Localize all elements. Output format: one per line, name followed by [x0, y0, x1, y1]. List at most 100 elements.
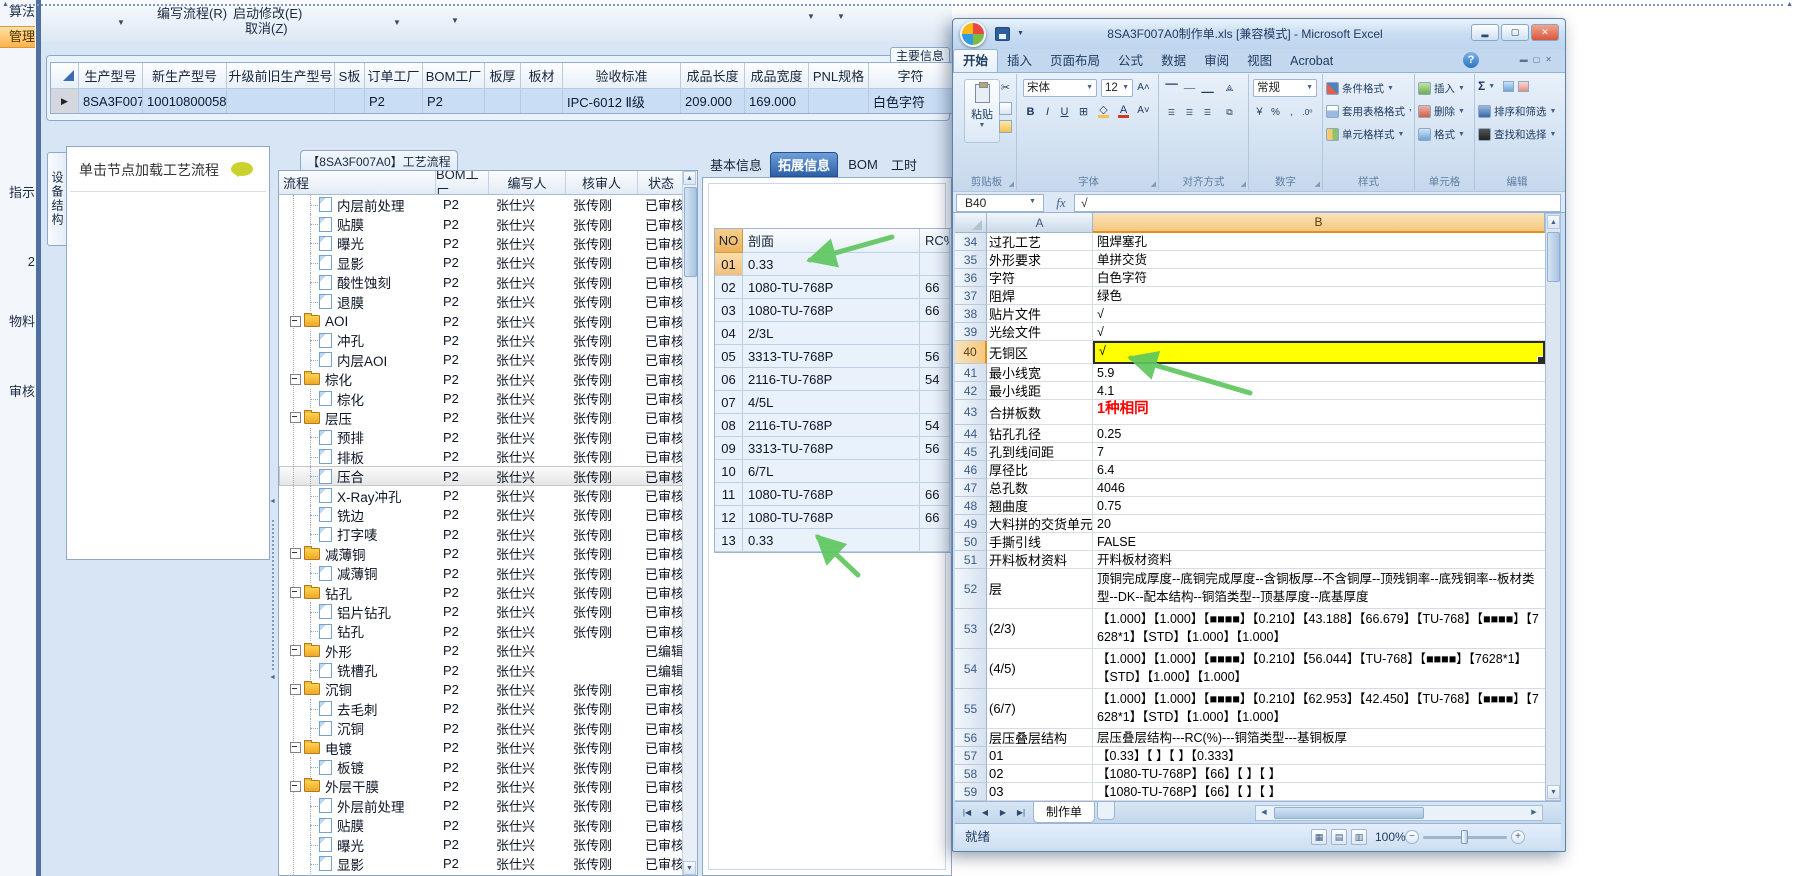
flow-header-4[interactable]: 状态	[638, 171, 685, 195]
dropdown-arrow-icon[interactable]: ▼	[117, 18, 125, 27]
flow-row[interactable]: AOI P2 张仕兴 张传刚 已审核	[279, 311, 683, 330]
section-row[interactable]: 03 1080-TU-768P 66	[715, 299, 951, 322]
tab-device-structure[interactable]: 设备结构	[47, 152, 68, 246]
row-header-34[interactable]: 34	[955, 233, 987, 251]
excel-row[interactable]: 46 厚径比 6.4	[955, 461, 1545, 479]
comma-style-icon[interactable]: ,	[1283, 104, 1300, 121]
flow-node-label[interactable]: 内层AOI	[337, 350, 387, 369]
cell-a40[interactable]: 无铜区	[987, 341, 1093, 364]
scrollbar-thumb[interactable]	[1274, 807, 1424, 819]
flow-node-label[interactable]: 外层前处理	[337, 796, 405, 815]
align-top-icon[interactable]: ▔▔	[1163, 80, 1180, 97]
section-cell-value[interactable]: 1080-TU-768P	[743, 299, 920, 322]
flow-node-label[interactable]: 减薄铜	[337, 563, 378, 582]
cell-b36[interactable]: 白色字符	[1093, 269, 1545, 287]
flow-row[interactable]: 内层前处理 P2 张仕兴 张传刚 已审核	[279, 195, 683, 215]
flow-row[interactable]: 显影 P2 张仕兴 张传刚 已审核	[279, 854, 683, 874]
grow-font-icon[interactable]: A˄	[1135, 79, 1152, 96]
flow-row[interactable]: 铝片钻孔 P2 张仕兴 张传刚 已审核	[279, 602, 683, 622]
section-row[interactable]: 05 3313-TU-768P 56	[715, 345, 951, 368]
row-header-38[interactable]: 38	[955, 305, 987, 323]
section-cell-value[interactable]: 2/3L	[743, 322, 920, 345]
tree-collapse-icon[interactable]	[290, 645, 301, 657]
cell-a53[interactable]: (2/3)	[987, 609, 1093, 649]
sidebar-item-4[interactable]: 物料	[0, 312, 35, 332]
cell-b57[interactable]: 【0.33】【 】【 】【0.333】	[1093, 747, 1545, 765]
flow-row[interactable]: 棕化 P2 张仕兴 张传刚 已审核	[279, 370, 683, 389]
first-sheet-icon[interactable]: |◀	[959, 805, 975, 821]
cell-a43[interactable]: 合拼板数	[987, 400, 1093, 425]
main-info-header-1[interactable]: 生产型号	[79, 63, 143, 89]
flow-node-label[interactable]: 沉铜	[325, 680, 352, 699]
cell-a42[interactable]: 最小线距	[987, 382, 1093, 400]
main-info-value-10[interactable]: 209.000	[681, 89, 745, 113]
tree-collapse-icon[interactable]	[290, 548, 301, 560]
cell-a36[interactable]: 字符	[987, 269, 1093, 287]
workbook-window-controls[interactable]: ▬▢✕	[1520, 55, 1557, 64]
flow-node-label[interactable]: 铣边	[337, 505, 364, 524]
flow-row[interactable]: 显影 P2 张仕兴 张传刚 已审核	[279, 253, 683, 273]
row-header-35[interactable]: 35	[955, 251, 987, 269]
flow-node-label[interactable]: 外形	[325, 641, 352, 660]
flow-row[interactable]: 打字唛 P2 张仕兴 张传刚 已审核	[279, 524, 683, 545]
fx-icon[interactable]: fx	[1050, 194, 1072, 212]
horizontal-scrollbar[interactable]: ◀ ▶	[1255, 805, 1543, 821]
excel-row[interactable]: 58 02 【1080-TU-768P】【66】【 】【 】	[955, 765, 1545, 783]
scroll-left-icon[interactable]: ◀	[1257, 807, 1271, 819]
office-button-icon[interactable]	[960, 21, 986, 47]
row-header-48[interactable]: 48	[955, 497, 987, 515]
row-header-45[interactable]: 45	[955, 443, 987, 461]
flow-row[interactable]: 外层干膜 P2 张仕兴 张传刚 已审核	[279, 777, 683, 796]
tree-collapse-icon[interactable]	[290, 412, 301, 424]
tab-拓展信息[interactable]: 拓展信息	[770, 152, 838, 177]
cell-a44[interactable]: 钻孔孔径	[987, 425, 1093, 443]
cells-button-2[interactable]: 格式 ▼	[1418, 124, 1471, 144]
flow-node-label[interactable]: 冲孔	[337, 331, 364, 350]
section-cell-rc[interactable]: 66	[920, 506, 950, 529]
main-info-value-7[interactable]	[485, 89, 521, 113]
flow-node-label[interactable]: 内层前处理	[337, 195, 405, 214]
flow-row[interactable]: 贴膜 P2 张仕兴 张传刚 已审核	[279, 815, 683, 835]
excel-row[interactable]: 47 总孔数 4046	[955, 479, 1545, 497]
page-break-view-icon[interactable]: ▥	[1351, 829, 1367, 845]
flow-node-label[interactable]: 棕化	[337, 389, 364, 408]
section-cell-no[interactable]: 04	[715, 322, 743, 345]
editing-button-0[interactable]: 排序和筛选 ▼	[1478, 101, 1556, 121]
flow-row[interactable]: 压合 P2 张仕兴 张传刚 已审核	[279, 466, 683, 486]
paste-button[interactable]: 粘贴 ▼	[964, 79, 1000, 143]
ribbon-tab-开始[interactable]: 开始	[953, 49, 999, 72]
flow-header-2[interactable]: 编写人	[489, 171, 566, 195]
excel-row[interactable]: 56 层压叠层结构 层压叠层结构---RC(%)---铜箔类型---基铜板厚	[955, 729, 1545, 747]
section-row[interactable]: 13 0.33	[715, 529, 951, 552]
row-header-59[interactable]: 59	[955, 783, 987, 801]
cell-a56[interactable]: 层压叠层结构	[987, 729, 1093, 747]
flow-node-label[interactable]: 电镀	[325, 738, 352, 757]
main-info-header-10[interactable]: 成品长度	[681, 63, 745, 89]
flow-node-label[interactable]: 贴膜	[337, 816, 364, 835]
tree-collapse-icon[interactable]	[290, 683, 301, 695]
collapse-up-icon[interactable]: ▲	[2, 1, 9, 8]
flow-node-label[interactable]: 板镀	[337, 757, 364, 776]
row-header-53[interactable]: 53	[955, 609, 987, 649]
excel-row[interactable]: 35 外形要求 单拼交货	[955, 251, 1545, 269]
help-icon[interactable]: ?	[1463, 52, 1479, 68]
align-bottom-icon[interactable]: ▁▁	[1199, 80, 1216, 97]
styles-button-0[interactable]: 条件格式 ▼	[1326, 78, 1411, 98]
main-info-value-8[interactable]	[521, 89, 563, 113]
format-painter-icon[interactable]	[999, 120, 1012, 133]
flow-row[interactable]: 贴膜 P2 张仕兴 张传刚 已审核	[279, 214, 683, 234]
cell-b56[interactable]: 层压叠层结构---RC(%)---铜箔类型---基铜板厚	[1093, 729, 1545, 747]
number-format-combo[interactable]: 常规 ▼	[1253, 79, 1317, 97]
cell-a41[interactable]: 最小线宽	[987, 364, 1093, 382]
column-header-b[interactable]: B	[1093, 213, 1545, 233]
cell-a58[interactable]: 02	[987, 765, 1093, 783]
last-sheet-icon[interactable]: ▶|	[1013, 805, 1029, 821]
cell-b38[interactable]: √	[1093, 305, 1545, 323]
collapse-left-icon[interactable]: ◄	[269, 674, 276, 681]
excel-row[interactable]: 36 字符 白色字符	[955, 269, 1545, 287]
section-row[interactable]: 12 1080-TU-768P 66	[715, 506, 951, 529]
tab-工时[interactable]: 工时	[884, 152, 924, 177]
vertical-scrollbar[interactable]: ▲ ▼	[1545, 213, 1561, 801]
cell-a48[interactable]: 翘曲度	[987, 497, 1093, 515]
styles-button-2[interactable]: 单元格样式 ▼	[1326, 124, 1411, 144]
